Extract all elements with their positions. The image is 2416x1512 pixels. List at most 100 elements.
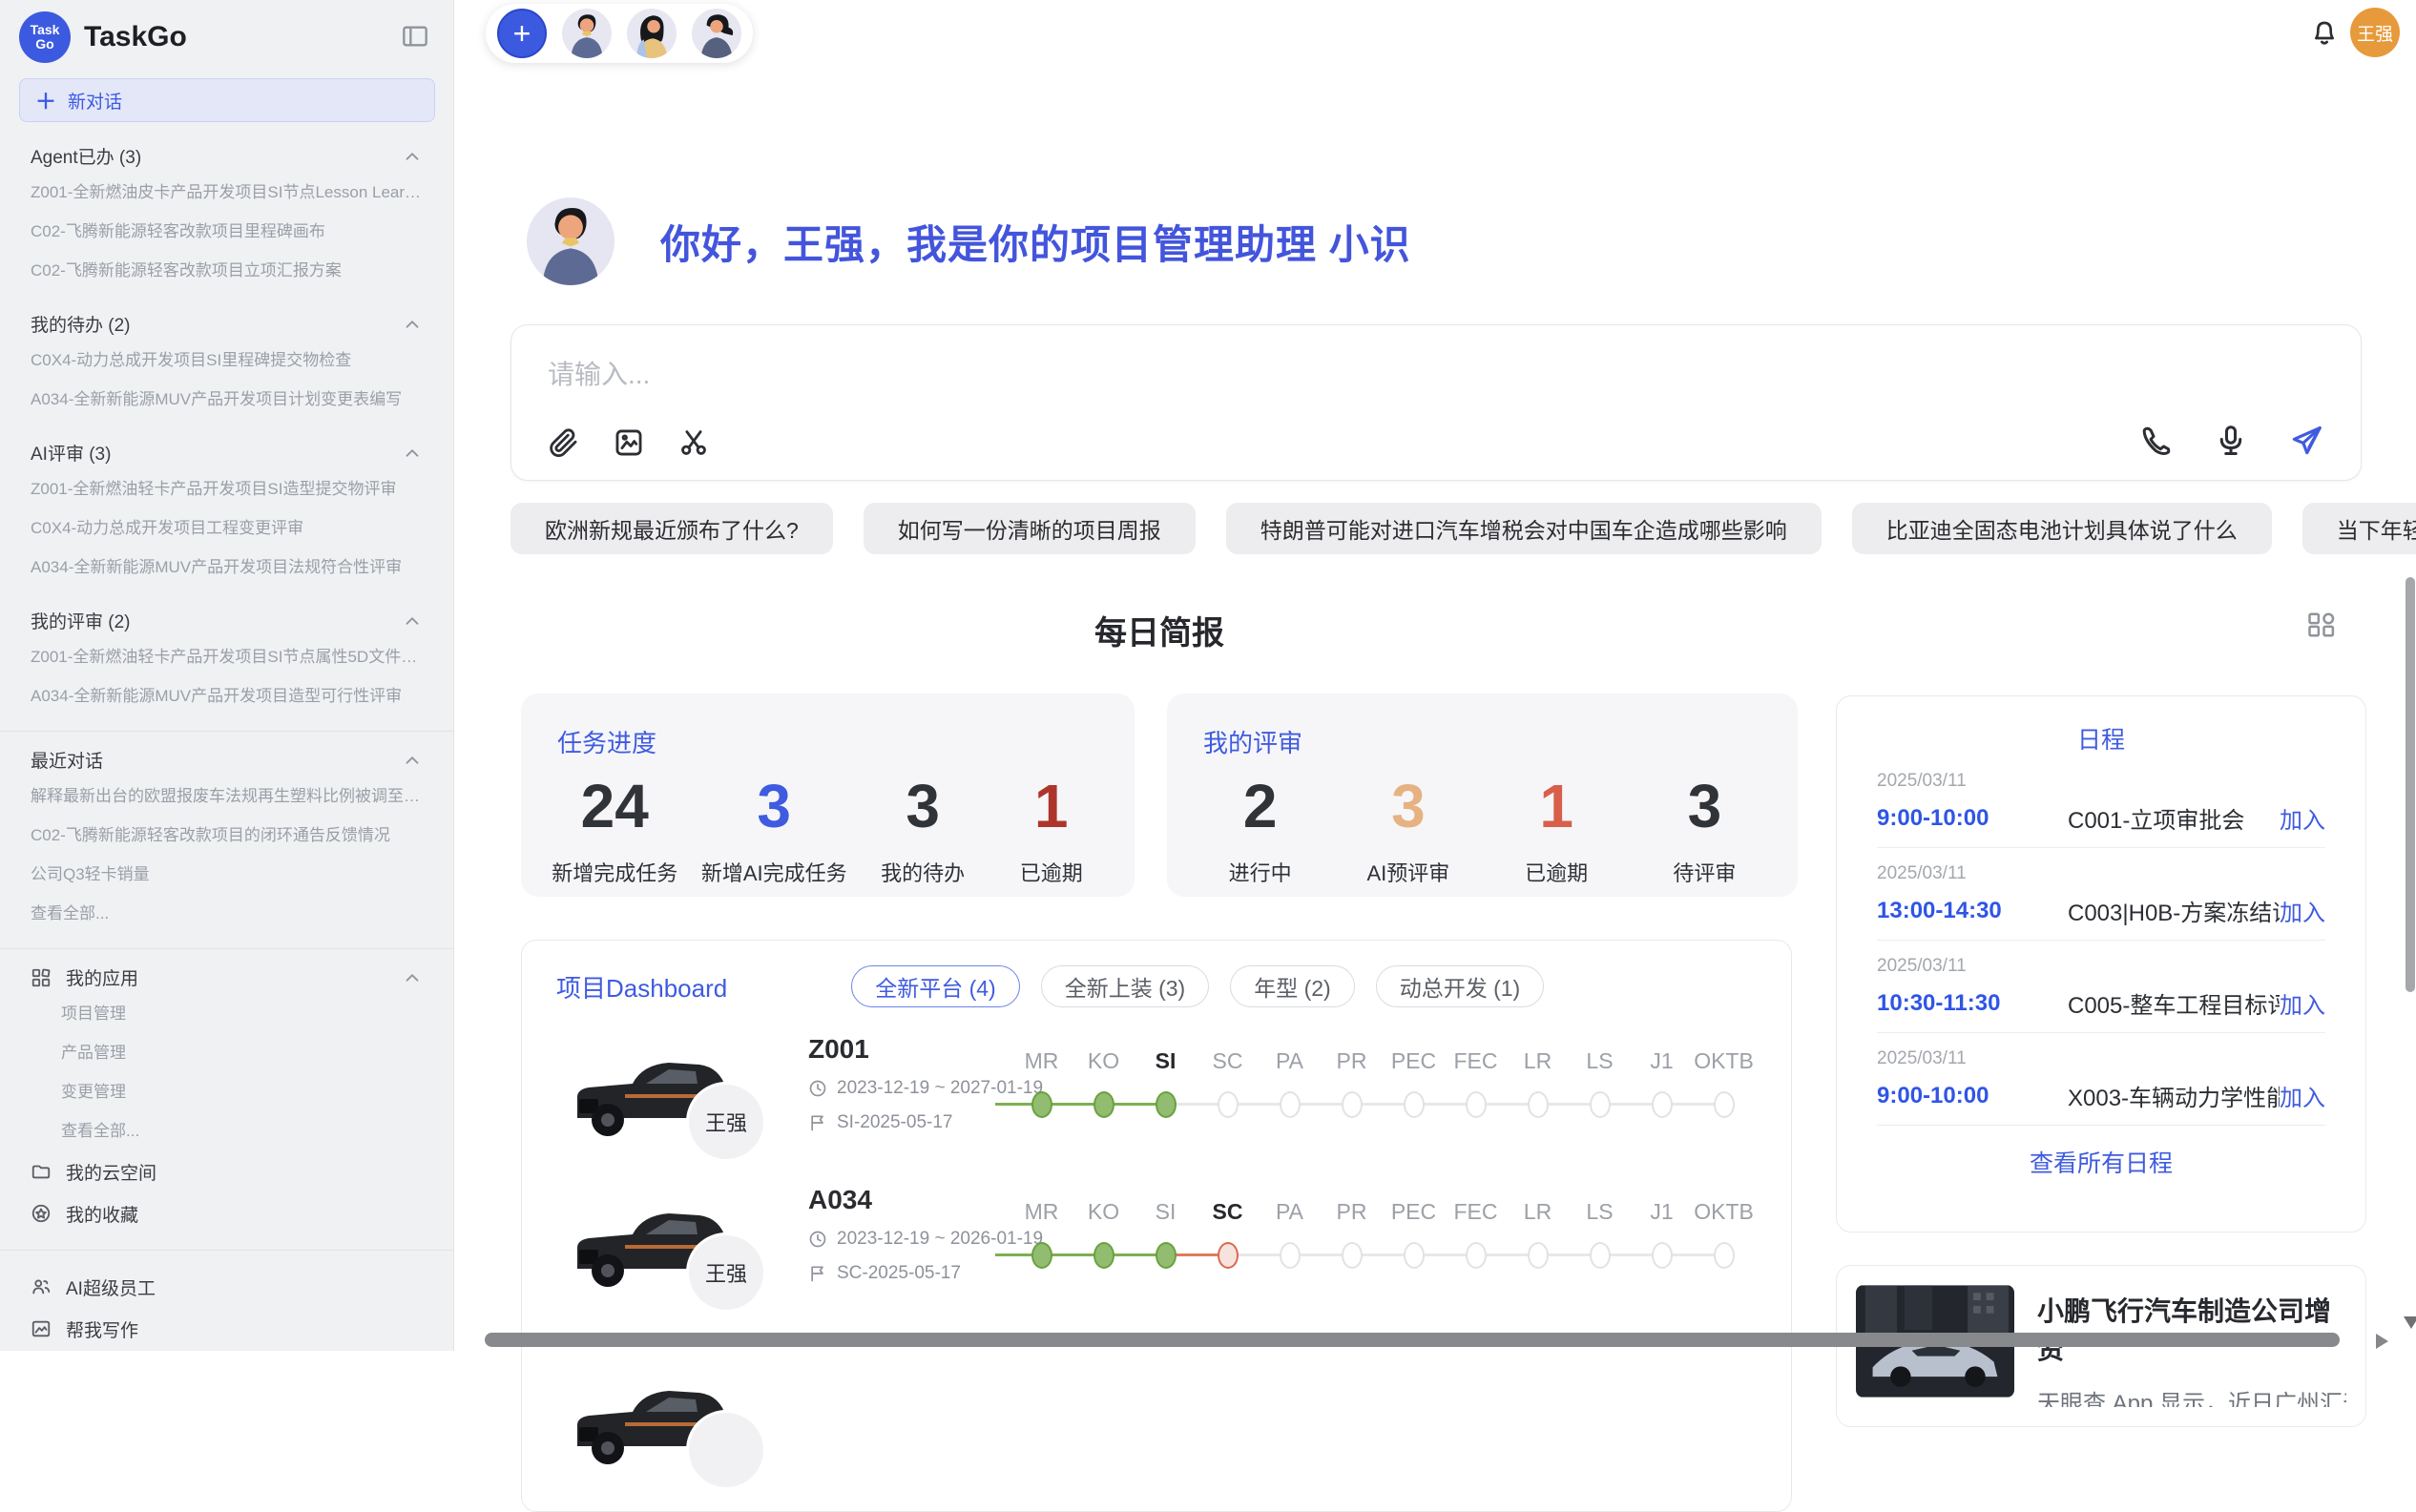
app-item-view-all[interactable]: 查看全部... xyxy=(61,1111,423,1150)
session-avatar[interactable] xyxy=(692,9,741,58)
milestone-label: OKTB xyxy=(1694,1196,1754,1227)
group-my-review[interactable]: 我的评审 (2) xyxy=(31,608,423,633)
join-meeting-link[interactable]: 加入 xyxy=(2280,986,2325,1020)
milestone-label: LS xyxy=(1586,1196,1613,1227)
tab-model-year[interactable]: 年型 (2) xyxy=(1230,965,1355,1007)
view-all-schedule-link[interactable]: 查看所有日程 xyxy=(1837,1145,2365,1179)
assistant-avatar xyxy=(527,197,614,285)
suggestion-chip[interactable]: 如何写一份清晰的项目周报 xyxy=(864,503,1196,554)
milestone-label: SC xyxy=(1213,1046,1243,1076)
phone-call-icon[interactable] xyxy=(2139,424,2174,458)
project-owner-badge xyxy=(686,1410,766,1490)
sidebar-item-favorites[interactable]: 我的收藏 xyxy=(31,1192,423,1234)
stat-new-done: 24 新增完成任务 xyxy=(552,773,677,887)
session-avatar[interactable] xyxy=(627,9,677,58)
chevron-up-icon xyxy=(402,314,423,335)
sidebar-task-item[interactable]: A034-全新新能源MUV产品开发项目造型可行性评审 xyxy=(31,676,423,715)
milestone-dot-pending xyxy=(1280,1091,1301,1118)
notifications-bell-icon[interactable] xyxy=(2309,19,2340,50)
app-item-change-mgmt[interactable]: 变更管理 xyxy=(61,1072,423,1111)
group-my-apps[interactable]: 我的应用 xyxy=(31,964,423,990)
session-avatar[interactable] xyxy=(562,9,612,58)
project-dates: 2023-12-19 ~ 2026-01-19 xyxy=(808,1229,1043,1250)
sidebar-task-item[interactable]: Z001-全新燃油轻卡产品开发项目SI造型提交物评审 xyxy=(31,469,423,508)
sidebar-task-item[interactable]: Z001-全新燃油轻卡产品开发项目SI节点属性5D文件评审 xyxy=(31,637,423,676)
recent-chat-item[interactable]: C02-飞腾新能源轻客改款项目的闭环通告反馈情况 xyxy=(31,816,423,855)
microphone-icon[interactable] xyxy=(2214,424,2248,458)
join-meeting-link[interactable]: 加入 xyxy=(2280,894,2325,927)
sidebar-item-cloud-space[interactable]: 我的云空间 xyxy=(31,1150,423,1192)
suggestion-chip[interactable]: 欧洲新规最近颁布了什么? xyxy=(510,503,833,554)
milestone-label-current: SI xyxy=(1156,1046,1177,1076)
recent-chat-item[interactable]: 公司Q3轻卡销量 xyxy=(31,855,423,894)
sidebar-task-item[interactable]: C0X4-动力总成开发项目SI里程碑提交物检查 xyxy=(31,341,423,380)
milestone-dot-done xyxy=(1156,1242,1177,1269)
milestone-label: MR xyxy=(1025,1196,1059,1227)
milestone-dot-pending xyxy=(1466,1091,1487,1118)
chat-input[interactable] xyxy=(548,354,2074,396)
sidebar-task-item[interactable]: C02-飞腾新能源轻客改款项目立项汇报方案 xyxy=(31,251,423,290)
project-row[interactable]: 王强 A034 2023-12-19 ~ 2026-01-19 SC-2025-… xyxy=(522,1183,1791,1334)
plus-icon: ＋ xyxy=(35,85,56,115)
send-icon[interactable] xyxy=(2288,423,2324,459)
divider xyxy=(0,948,453,949)
group-my-todo[interactable]: 我的待办 (2) xyxy=(31,311,423,337)
scissors-icon[interactable] xyxy=(677,426,710,459)
group-title: 我的评审 (2) xyxy=(31,608,131,633)
milestone-dot-pending xyxy=(1342,1091,1363,1118)
suggestion-chip[interactable]: 比亚迪全固态电池计划具体说了什么 xyxy=(1852,503,2272,554)
scroll-right-arrow[interactable] xyxy=(2376,1334,2388,1349)
sidebar-item-ai-super-staff[interactable]: AI超级员工 xyxy=(31,1266,423,1308)
suggestion-chip[interactable]: 当下年轻人对汽车外观有怎样的喜好趋势 xyxy=(2302,503,2416,554)
project-info: A034 2023-12-19 ~ 2026-01-19 SC-2025-05-… xyxy=(808,1185,1043,1284)
project-row[interactable]: 王强 Z001 2023-12-19 ~ 2027-01-19 SI-2025-… xyxy=(522,1032,1791,1183)
add-session-button[interactable]: + xyxy=(497,9,547,58)
new-chat-button[interactable]: ＋ 新对话 xyxy=(19,78,435,122)
attachment-icon[interactable] xyxy=(548,426,580,459)
milestone-label: FEC xyxy=(1454,1196,1498,1227)
group-recent-chats[interactable]: 最近对话 xyxy=(31,747,423,773)
schedule-time: 9:00-10:00 xyxy=(1877,1083,2068,1109)
sidebar-collapse-icon[interactable] xyxy=(402,25,428,48)
milestone-label: J1 xyxy=(1650,1196,1673,1227)
milestone-label: MR xyxy=(1025,1046,1059,1076)
sidebar-task-item[interactable]: A034-全新新能源MUV产品开发项目计划变更表编写 xyxy=(31,380,423,419)
stat-my-todo: 3 我的待办 xyxy=(870,773,975,887)
app-item-product-mgmt[interactable]: 产品管理 xyxy=(61,1033,423,1072)
sidebar-task-item[interactable]: Z001-全新燃油皮卡产品开发项目SI节点Lesson Learn报告 xyxy=(31,173,423,212)
greeting-text: 你好，王强，我是你的项目管理助理 小识 xyxy=(660,213,1411,271)
horizontal-scrollbar[interactable] xyxy=(485,1333,2340,1347)
app-logo: Task Go xyxy=(19,11,71,63)
image-upload-icon[interactable] xyxy=(613,426,645,459)
recent-chat-item[interactable]: 解释最新出台的欧盟报废车法规再生塑料比例被调至15%... xyxy=(31,777,423,816)
sidebar-task-item[interactable]: A034-全新新能源MUV产品开发项目法规符合性评审 xyxy=(31,548,423,587)
vertical-scrollbar[interactable] xyxy=(2406,577,2415,992)
schedule-item: 2025/03/11 10:30-11:30 C005-整车工程目标评审 加入 xyxy=(1837,941,2365,1032)
sidebar-task-item[interactable]: C02-飞腾新能源轻客改款项目里程碑画布 xyxy=(31,212,423,251)
project-flag-label: SC-2025-05-17 xyxy=(837,1263,961,1284)
flag-icon xyxy=(808,1264,827,1283)
app-logo-line2: Go xyxy=(35,37,53,52)
milestone-label: LR xyxy=(1524,1046,1552,1076)
tab-new-body[interactable]: 全新上装 (3) xyxy=(1041,965,1210,1007)
app-item-project-mgmt[interactable]: 项目管理 xyxy=(61,994,423,1033)
news-title: 小鹏飞行汽车制造公司增资 xyxy=(2037,1291,2346,1367)
sidebar-item-help-me-write[interactable]: 帮我写作 xyxy=(31,1308,423,1350)
tab-new-platform[interactable]: 全新平台 (4) xyxy=(851,965,1020,1007)
tab-powertrain[interactable]: 动总开发 (1) xyxy=(1376,965,1545,1007)
sidebar-task-item[interactable]: C0X4-动力总成开发项目工程变更评审 xyxy=(31,508,423,548)
suggestion-chip[interactable]: 特朗普可能对进口汽车增税会对中国车企造成哪些影响 xyxy=(1226,503,1822,554)
stat-review-overdue: 1 已逾期 xyxy=(1504,773,1609,887)
user-avatar[interactable]: 王强 xyxy=(2350,8,2400,57)
brief-layout-icon[interactable] xyxy=(2305,611,2338,639)
recent-chat-view-all[interactable]: 查看全部... xyxy=(31,894,423,933)
join-meeting-link[interactable]: 加入 xyxy=(2280,801,2325,835)
group-ai-review[interactable]: AI评审 (3) xyxy=(31,440,423,466)
join-meeting-link[interactable]: 加入 xyxy=(2280,1079,2325,1112)
daily-brief-title: 每日简报 xyxy=(521,607,1798,653)
divider xyxy=(1877,1125,2325,1126)
news-snippet: 天眼查 App 显示，近日广州汇天飞行汽... xyxy=(2037,1384,2346,1407)
scroll-down-arrow[interactable] xyxy=(2404,1316,2416,1329)
milestone-dot-pending xyxy=(1528,1242,1549,1269)
group-agent-done[interactable]: Agent已办 (3) xyxy=(31,143,423,169)
